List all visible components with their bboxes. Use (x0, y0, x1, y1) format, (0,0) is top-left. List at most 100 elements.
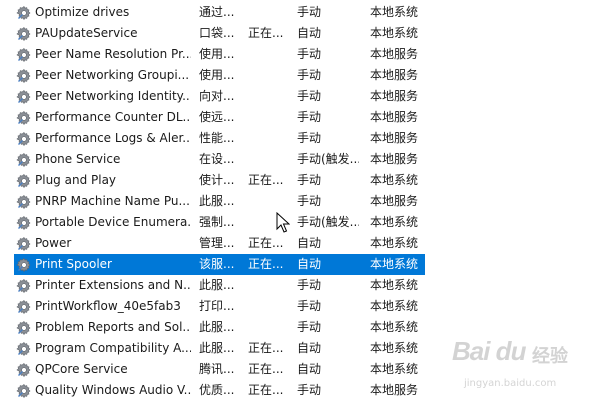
service-row[interactable]: Power 管理... 正在... 自动 本地系统 (0, 233, 600, 254)
gear-icon (16, 5, 32, 21)
service-row[interactable]: Peer Name Resolution Pr... 使用... 手动 本地服务 (0, 44, 600, 65)
service-name: Printer Extensions and N... (35, 278, 191, 292)
gear-icon (16, 110, 32, 126)
service-status: 正在... (248, 257, 284, 271)
service-startup-type: 自动 (297, 26, 322, 40)
gear-icon (16, 194, 32, 210)
service-row[interactable]: Peer Networking Groupi... 使用... 手动 本地服务 (0, 65, 600, 86)
service-startup-type: 自动 (297, 257, 322, 271)
service-row[interactable]: Optimize drives 通过... 手动 本地系统 (0, 2, 600, 23)
gear-icon (16, 26, 32, 42)
service-description: 管理... (199, 236, 235, 250)
service-description: 在设... (199, 152, 235, 166)
service-row[interactable]: Performance Logs & Aler... 性能... 手动 本地服务 (0, 128, 600, 149)
service-description: 使用... (199, 47, 235, 61)
service-name: QPCore Service (35, 362, 128, 376)
service-startup-type: 手动 (297, 5, 322, 19)
service-row[interactable]: PAUpdateService 口袋... 正在... 自动 本地系统 (0, 23, 600, 44)
service-name: Quality Windows Audio V... (35, 383, 191, 397)
gear-icon (16, 173, 32, 189)
service-description: 优质... (199, 383, 235, 397)
service-name: Print Spooler (35, 257, 112, 271)
service-startup-type: 手动 (297, 278, 322, 292)
service-log-on-as: 本地服务 (370, 383, 419, 397)
service-log-on-as: 本地系统 (370, 173, 419, 187)
service-log-on-as: 本地系统 (370, 341, 419, 355)
service-name: Program Compatibility A... (35, 341, 191, 355)
service-description: 腾讯... (199, 362, 235, 376)
service-row[interactable]: PrintWorkflow_40e5fab3 打印... 手动 本地系统 (0, 296, 600, 317)
gear-icon (16, 278, 32, 294)
gear-icon (16, 257, 32, 273)
service-startup-type: 自动 (297, 341, 322, 355)
service-description: 此服... (199, 194, 235, 208)
service-log-on-as: 本地服务 (370, 89, 419, 103)
service-row[interactable]: Printer Extensions and N... 此服... 手动 本地系统 (0, 275, 600, 296)
service-description: 使用... (199, 68, 235, 82)
service-log-on-as: 本地系统 (370, 5, 419, 19)
service-row[interactable]: Phone Service 在设... 手动(触发... 本地服务 (0, 149, 600, 170)
service-description: 性能... (199, 131, 235, 145)
service-status: 正在... (248, 173, 284, 187)
service-name: Peer Name Resolution Pr... (35, 47, 191, 61)
gear-icon (16, 236, 32, 252)
service-status: 正在... (248, 236, 284, 250)
service-name: PrintWorkflow_40e5fab3 (35, 299, 181, 313)
service-name: Problem Reports and Sol... (35, 320, 191, 334)
service-startup-type: 手动 (297, 89, 322, 103)
mouse-cursor-icon (276, 212, 290, 233)
service-description: 此服... (199, 341, 235, 355)
service-startup-type: 自动 (297, 362, 322, 376)
service-description: 通过... (199, 5, 235, 19)
service-description: 使计... (199, 173, 235, 187)
service-startup-type: 手动 (297, 299, 322, 313)
gear-icon (16, 131, 32, 147)
gear-icon (16, 89, 32, 105)
service-log-on-as: 本地服务 (370, 194, 419, 208)
service-row[interactable]: Portable Device Enumera... 强制... 手动(触发... 本… (0, 212, 600, 233)
service-log-on-as: 本地系统 (370, 320, 419, 334)
watermark-sub: 经验 (532, 346, 568, 367)
service-name: PNRP Machine Name Pu... (35, 194, 190, 208)
service-description: 此服... (199, 278, 235, 292)
gear-icon (16, 215, 32, 231)
service-log-on-as: 本地服务 (370, 47, 419, 61)
service-name: Peer Networking Identity... (35, 89, 191, 103)
service-status: 正在... (248, 383, 284, 397)
gear-icon (16, 299, 32, 315)
service-name: PAUpdateService (35, 26, 138, 40)
service-startup-type: 手动 (297, 383, 322, 397)
service-row[interactable]: Print Spooler 该服... 正在... 自动 本地系统 (0, 254, 600, 275)
service-row[interactable]: Problem Reports and Sol... 此服... 手动 本地系统 (0, 317, 600, 338)
service-log-on-as: 本地系统 (370, 257, 419, 271)
service-log-on-as: 本地系统 (370, 26, 419, 40)
service-startup-type: 手动 (297, 194, 322, 208)
service-name: Phone Service (35, 152, 121, 166)
service-status: 正在... (248, 341, 284, 355)
service-row[interactable]: Peer Networking Identity... 向对... 手动 本地服务 (0, 86, 600, 107)
service-log-on-as: 本地服务 (370, 68, 419, 82)
gear-icon (16, 362, 32, 378)
service-name: Optimize drives (35, 5, 130, 19)
service-log-on-as: 本地系统 (370, 362, 419, 376)
service-row[interactable]: Plug and Play 使计... 正在... 手动 本地系统 (0, 170, 600, 191)
service-log-on-as: 本地系统 (370, 215, 419, 229)
service-startup-type: 手动 (297, 320, 322, 334)
service-name: Portable Device Enumera... (35, 215, 191, 229)
service-startup-type: 手动 (297, 131, 322, 145)
service-startup-type: 自动 (297, 236, 322, 250)
service-name: Plug and Play (35, 173, 117, 187)
service-log-on-as: 本地系统 (370, 278, 419, 292)
service-status: 正在... (248, 362, 284, 376)
gear-icon (16, 383, 32, 399)
service-log-on-as: 本地服务 (370, 131, 419, 145)
service-description: 此服... (199, 320, 235, 334)
service-description: 使远... (199, 110, 235, 124)
service-row[interactable]: PNRP Machine Name Pu... 此服... 手动 本地服务 (0, 191, 600, 212)
service-description: 向对... (199, 89, 235, 103)
gear-icon (16, 68, 32, 84)
watermark-logo: Bai du (452, 336, 526, 366)
service-log-on-as: 本地服务 (370, 110, 419, 124)
service-row[interactable]: Performance Counter DL... 使远... 手动 本地服务 (0, 107, 600, 128)
watermark-url: jingyan.baidu.com (464, 378, 557, 389)
